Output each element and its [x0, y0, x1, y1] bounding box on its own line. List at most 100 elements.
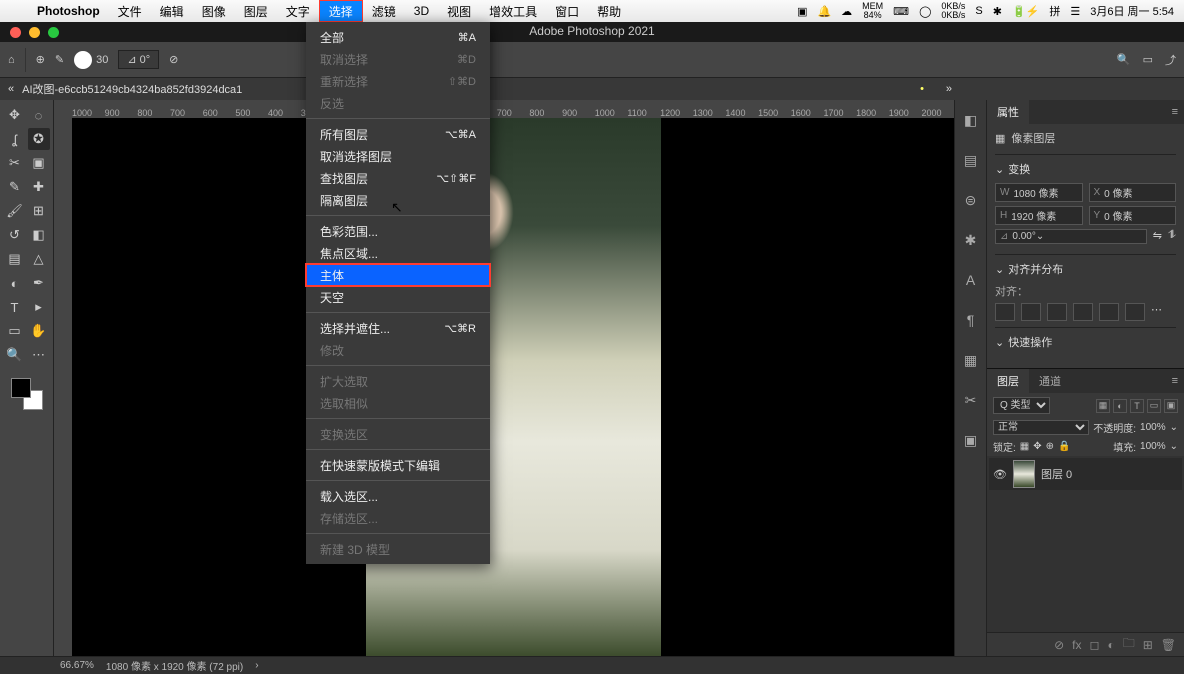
- minimize-window[interactable]: [29, 27, 40, 38]
- align-bottom[interactable]: [1125, 303, 1145, 321]
- panel-menu-icon[interactable]: ≡: [1166, 106, 1184, 118]
- eyedropper-tool[interactable]: ✎: [4, 176, 26, 198]
- fill-value[interactable]: 100%: [1140, 441, 1166, 452]
- blend-mode-select[interactable]: 正常: [993, 420, 1089, 435]
- mask-icon[interactable]: ◻: [1089, 638, 1099, 652]
- opt-icon[interactable]: ⊘: [169, 53, 178, 66]
- menu-help[interactable]: 帮助: [588, 0, 630, 22]
- clock[interactable]: 3月6日 周一 5:54: [1090, 3, 1174, 19]
- brush-preset-icon[interactable]: ✎: [55, 53, 64, 66]
- flip-h-icon[interactable]: ⇋: [1153, 229, 1162, 244]
- properties-tab[interactable]: 属性: [987, 100, 1029, 124]
- menu-layer[interactable]: 图层: [235, 0, 277, 22]
- path-select-tool[interactable]: ▸: [28, 296, 50, 318]
- layer-name[interactable]: 图层 0: [1041, 466, 1072, 482]
- zoom-window[interactable]: [48, 27, 59, 38]
- height-field[interactable]: H1920 像素: [995, 206, 1083, 225]
- adjustment-layer-icon[interactable]: ◐: [1107, 638, 1114, 652]
- angle-field-prop[interactable]: ⊿0.00° ⌄: [995, 229, 1147, 244]
- marquee-tool[interactable]: ◌: [28, 104, 50, 126]
- canvas[interactable]: [72, 118, 954, 656]
- battery-icon[interactable]: 🔋⚡: [1012, 5, 1039, 18]
- layer-row[interactable]: 👁 图层 0: [989, 458, 1182, 490]
- tray-icon[interactable]: ⌨: [893, 5, 909, 18]
- menu-item[interactable]: 全部⌘A: [306, 26, 490, 48]
- menu-filter[interactable]: 滤镜: [363, 0, 405, 22]
- share-icon[interactable]: ⤴: [1165, 52, 1176, 68]
- menu-plugins[interactable]: 增效工具: [480, 0, 546, 22]
- menu-3d[interactable]: 3D: [405, 0, 438, 22]
- menu-item[interactable]: 在快速蒙版模式下编辑: [306, 454, 490, 476]
- align-right[interactable]: [1047, 303, 1067, 321]
- history-brush-tool[interactable]: ↺: [4, 224, 26, 246]
- pen-tool[interactable]: ✒: [28, 272, 50, 294]
- gradient-tool[interactable]: ▤: [4, 248, 26, 270]
- home-icon[interactable]: ⌂: [8, 54, 15, 66]
- align-left[interactable]: [995, 303, 1015, 321]
- align-section[interactable]: ⌄ 对齐并分布: [995, 261, 1176, 277]
- s-icon[interactable]: S: [975, 5, 982, 17]
- blur-tool[interactable]: △: [28, 248, 50, 270]
- brush-preview-icon[interactable]: [74, 51, 92, 69]
- adjustments-panel-icon[interactable]: ⊜: [961, 190, 981, 210]
- filter-smart-icon[interactable]: ▣: [1164, 399, 1178, 413]
- menu-item[interactable]: 色彩范围...: [306, 220, 490, 242]
- channels-tab[interactable]: 通道: [1029, 369, 1071, 393]
- swatches-panel-icon[interactable]: ▤: [961, 150, 981, 170]
- app-menu[interactable]: Photoshop: [28, 0, 109, 22]
- lock-position-icon[interactable]: ✥: [1033, 441, 1041, 452]
- menu-item[interactable]: 选择并遮住...⌥⌘R: [306, 317, 490, 339]
- menu-item[interactable]: 主体: [306, 264, 490, 286]
- layers-tab[interactable]: 图层: [987, 369, 1029, 393]
- filter-shape-icon[interactable]: ▭: [1147, 399, 1161, 413]
- filter-adjust-icon[interactable]: ◐: [1113, 399, 1127, 413]
- opacity-value[interactable]: 100%: [1140, 422, 1166, 433]
- menu-image[interactable]: 图像: [193, 0, 235, 22]
- filter-type-icon[interactable]: T: [1130, 399, 1144, 413]
- eraser-tool[interactable]: ◧: [28, 224, 50, 246]
- input-icon[interactable]: 拼: [1049, 3, 1060, 19]
- apple-menu[interactable]: [10, 0, 28, 22]
- circle-icon[interactable]: ◯: [919, 5, 931, 18]
- menu-select[interactable]: 选择: [319, 0, 363, 22]
- crop-panel-icon[interactable]: ✂: [961, 390, 981, 410]
- shape-tool[interactable]: ▭: [4, 320, 26, 342]
- zoom-tool[interactable]: 🔍: [4, 344, 26, 366]
- color-swatches[interactable]: [11, 378, 43, 410]
- bell-icon[interactable]: 🔔: [817, 5, 831, 18]
- wechat-icon[interactable]: ☁: [841, 5, 852, 18]
- menu-item[interactable]: 取消选择图层: [306, 145, 490, 167]
- menu-item[interactable]: 焦点区域...: [306, 242, 490, 264]
- control-center-icon[interactable]: ☰: [1070, 5, 1080, 18]
- lasso-tool[interactable]: ʆ: [4, 128, 26, 150]
- chevron-right-icon[interactable]: »: [946, 83, 952, 95]
- heal-tool[interactable]: ✚: [28, 176, 50, 198]
- align-center-v[interactable]: [1099, 303, 1119, 321]
- filter-pixel-icon[interactable]: ▦: [1096, 399, 1110, 413]
- lock-pixels-icon[interactable]: ▦: [1020, 441, 1029, 452]
- layer-filter-type[interactable]: Q 类型: [993, 397, 1050, 414]
- flip-v-icon[interactable]: ⥮: [1168, 229, 1176, 244]
- quick-select-tool[interactable]: ✪: [28, 128, 50, 150]
- character-panel-icon[interactable]: A: [961, 270, 981, 290]
- transform-section[interactable]: ⌄ 变换: [995, 161, 1176, 177]
- menu-item[interactable]: 所有图层⌥⌘A: [306, 123, 490, 145]
- move-tool[interactable]: ✥: [4, 104, 26, 126]
- hand-tool[interactable]: ✋: [28, 320, 50, 342]
- stamp-tool[interactable]: ⊞: [28, 200, 50, 222]
- menu-edit[interactable]: 编辑: [151, 0, 193, 22]
- layers-menu-icon[interactable]: ≡: [1166, 375, 1184, 387]
- tool-preset-icon[interactable]: ⊕: [36, 53, 45, 66]
- chevron-left-icon[interactable]: «: [8, 83, 14, 95]
- new-layer-icon[interactable]: ⊞: [1143, 638, 1153, 652]
- document-info[interactable]: 1080 像素 x 1920 像素 (72 ppi): [106, 658, 243, 673]
- align-top[interactable]: [1073, 303, 1093, 321]
- angle-field[interactable]: ⊿ 0°: [118, 50, 159, 69]
- crop-tool[interactable]: ✂: [4, 152, 26, 174]
- menu-view[interactable]: 视图: [438, 0, 480, 22]
- search-icon[interactable]: 🔍: [1117, 53, 1131, 66]
- lock-all-icon[interactable]: 🔒: [1058, 441, 1070, 452]
- close-window[interactable]: [10, 27, 21, 38]
- fx-icon[interactable]: fx: [1072, 638, 1081, 652]
- more-panel-icon[interactable]: ▣: [961, 430, 981, 450]
